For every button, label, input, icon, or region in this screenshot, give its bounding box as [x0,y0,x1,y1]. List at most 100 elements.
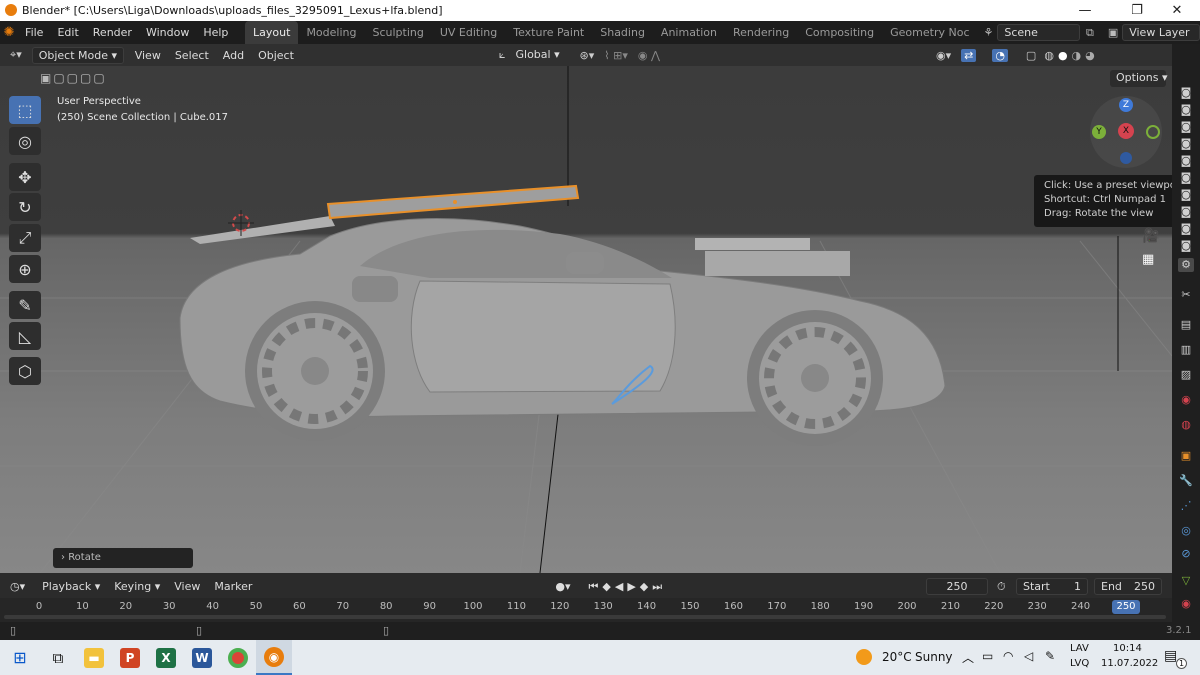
pen-icon[interactable]: ✎ [1045,649,1055,663]
menu-file[interactable]: File [18,26,50,39]
scene-properties-icon[interactable]: ◉ [1178,393,1194,407]
blender-menu-icon[interactable]: ✺ [0,25,18,40]
tab-sculpting[interactable]: Sculpting [364,21,431,44]
options-dropdown[interactable]: Options ▾ [1110,70,1167,87]
menu-render[interactable]: Render [86,26,139,39]
snap-icon[interactable]: ⌇ ⊞▾ [604,49,628,62]
playback-controls-icons[interactable]: ⏮◆◀▶◆⏭ [589,580,667,594]
shading-rendered-icon[interactable]: ◕ [1085,49,1095,62]
object-mode-dropdown[interactable]: Object Mode ▾ [31,46,124,64]
shading-solid-icon[interactable]: ● [1058,49,1068,62]
viewport-menu-add[interactable]: Add [216,49,251,62]
object-properties-icon[interactable]: ▣ [1178,449,1194,463]
last-operator-panel[interactable]: › Rotate [53,548,193,568]
timeline-menu-playback[interactable]: Playback ▾ [35,580,107,593]
view-layer-properties-icon[interactable]: ▨ [1178,368,1194,382]
measure-tool[interactable]: ◺ [9,322,41,350]
clock-time[interactable]: 10:14 [1113,643,1142,654]
output-properties-icon[interactable]: ▥ [1178,343,1194,357]
language-bottom[interactable]: LVQ [1070,658,1089,669]
camera-view-icon[interactable]: 🎥 [1142,228,1159,244]
rotate-tool[interactable]: ↻ [9,193,41,221]
timeline-menu-marker[interactable]: Marker [207,580,259,593]
close-button[interactable]: ✕ [1154,0,1200,21]
cursor-tool[interactable]: ◎ [9,127,41,155]
render-camera-icon-6[interactable]: ◙ [1178,171,1194,185]
timeline-ruler[interactable]: 0 10 20 30 40 50 60 70 80 90 100 110 120 130 140 150 160… [0,598,1172,622]
render-camera-icon-5[interactable]: ◙ [1178,154,1194,168]
volume-icon[interactable]: ◁ [1024,649,1033,663]
tab-layout[interactable]: Layout [245,21,299,44]
tab-rendering[interactable]: Rendering [725,21,797,44]
playhead-marker[interactable]: 250 [1112,600,1140,614]
viewport-menu-object[interactable]: Object [251,49,301,62]
scene-selector[interactable]: Scene [997,24,1080,41]
editor-type-icon[interactable]: ⌖▾ [10,48,22,62]
viewport-menu-view[interactable]: View [128,49,168,62]
menu-window[interactable]: Window [139,26,196,39]
minimize-button[interactable]: — [1062,0,1108,21]
selection-mode-icons[interactable]: ▣▢▢▢▢ [40,71,107,85]
battery-icon[interactable]: ▭ [982,649,993,663]
menu-help[interactable]: Help [196,26,235,39]
render-camera-icon-9[interactable]: ◙ [1178,222,1194,236]
tab-animation[interactable]: Animation [653,21,725,44]
pivot-point-icon[interactable]: ⊛▾ [579,49,594,62]
current-frame-field[interactable]: 250 [926,578,988,595]
add-cube-tool[interactable]: ⬡ [9,357,41,385]
navigation-gizmo[interactable]: Z Y X [1090,96,1162,168]
select-box-tool[interactable]: ⬚ [9,96,41,124]
task-view-button[interactable]: ⧉ [40,640,76,675]
view-layer-selector[interactable]: View Layer [1122,24,1200,41]
end-frame-field[interactable]: End 250 [1094,578,1162,595]
render-camera-icon-10[interactable]: ◙ [1178,239,1194,253]
auto-keying-icon[interactable]: ●▾ [555,580,570,593]
render-camera-icon-3[interactable]: ◙ [1178,120,1194,134]
modifier-properties-icon[interactable]: 🔧 [1178,474,1194,488]
render-camera-icon-7[interactable]: ◙ [1178,188,1194,202]
gizmo-neg-z-axis[interactable] [1120,152,1132,164]
render-camera-icon-4[interactable]: ◙ [1178,137,1194,151]
weather-sun-icon[interactable] [856,649,872,665]
taskbar-excel[interactable]: X [148,640,184,675]
taskbar-file-explorer[interactable]: ▬ [76,640,112,675]
tab-geometry-nodes[interactable]: Geometry Noc [882,21,977,44]
gizmo-toggle-icon[interactable]: ⇄ [961,48,977,62]
data-properties-icon[interactable]: ▽ [1178,574,1194,588]
scale-tool[interactable]: ⤢ [9,224,41,252]
annotate-tool[interactable]: ✎ [9,291,41,319]
tool-properties-icon[interactable]: ✂ [1178,288,1194,302]
xray-icon[interactable]: ▢ [1026,49,1036,62]
weather-condition[interactable]: Sunny [915,650,953,664]
tab-shading[interactable]: Shading [592,21,653,44]
timeline-menu-view[interactable]: View [167,580,207,593]
new-scene-icon[interactable]: ⧉ [1086,26,1094,40]
tab-compositing[interactable]: Compositing [797,21,882,44]
start-frame-field[interactable]: Start 1 [1016,578,1088,595]
network-icon[interactable]: ◠ [1003,649,1013,663]
show-hidden-icons-icon[interactable]: ︿ [962,649,974,666]
render-camera-icon-8[interactable]: ◙ [1178,205,1194,219]
taskbar-chrome[interactable] [220,640,256,675]
render-camera-icon-2[interactable]: ◙ [1178,103,1194,117]
material-properties-icon[interactable]: ◉ [1178,597,1194,611]
tab-texture-paint[interactable]: Texture Paint [505,21,592,44]
taskbar-powerpoint[interactable]: P [112,640,148,675]
preview-range-icon[interactable]: ⏱ [997,580,1006,594]
visibility-icon[interactable]: ◉▾ [936,49,951,62]
render-camera-icon[interactable]: ◙ [1178,86,1194,100]
overlay-toggle-icon[interactable]: ◔ [992,48,1008,62]
timeline-scrollbar[interactable] [4,615,1166,619]
world-properties-icon[interactable]: ◍ [1178,418,1194,432]
timeline-editor-type-icon[interactable]: ◷▾ [10,580,25,593]
shading-material-icon[interactable]: ◑ [1072,49,1082,62]
3d-viewport[interactable]: ⬚ ◎ ✥ ↻ ⤢ ⊕ ✎ ◺ ⬡ ▣▢▢▢▢ User Perspective… [0,66,1172,573]
physics-properties-icon[interactable]: ◎ [1178,524,1194,538]
weather-temperature[interactable]: 20°C [882,650,912,664]
gizmo-x-axis[interactable]: X [1118,123,1134,139]
transform-tool[interactable]: ⊕ [9,255,41,283]
timeline-menu-keying[interactable]: Keying ▾ [107,580,167,593]
shading-wireframe-icon[interactable]: ◍ [1044,49,1054,62]
move-tool[interactable]: ✥ [9,163,41,191]
proportional-edit-icon[interactable]: ◉ ⋀ [638,49,660,62]
